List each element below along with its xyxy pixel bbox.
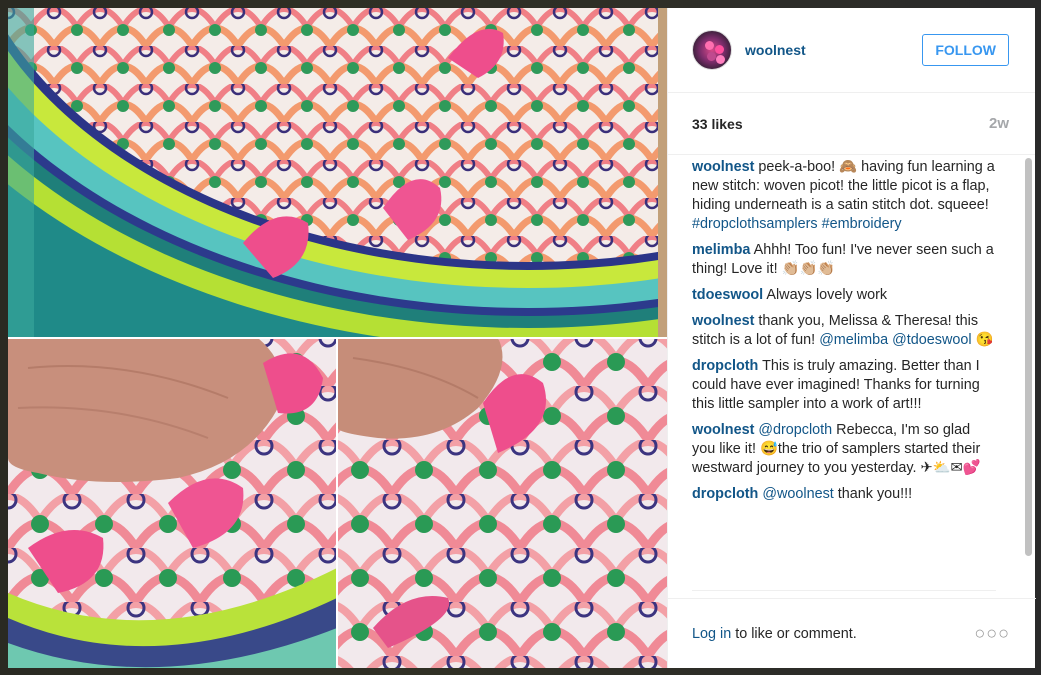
comment-text: Always lovely work <box>766 287 888 303</box>
likes-row: 33 likes 2w <box>668 93 1035 155</box>
post-photo[interactable] <box>8 8 667 668</box>
follow-button[interactable]: FOLLOW <box>922 34 1009 66</box>
comment-item: dropcloth @woolnest thank you!!! <box>692 485 996 504</box>
likes-count[interactable]: 33 likes <box>692 116 743 132</box>
comment-item: dropcloth This is truly amazing. Better … <box>692 357 996 414</box>
comment-mentions[interactable]: @melimba @tdoeswool <box>819 332 971 348</box>
comment-username[interactable]: woolnest <box>692 422 754 438</box>
comment-text: thank you!!! <box>833 486 913 502</box>
comment-hashtags[interactable]: #dropclothsamplers #embroidery <box>692 216 902 232</box>
more-options-icon[interactable]: ○○○ <box>974 623 1010 644</box>
comment-item: tdoeswool Always lovely work <box>692 286 996 305</box>
post-modal: woolnest FOLLOW 33 likes 2w woolnest pee… <box>8 8 1036 668</box>
comment-item: melimba Ahhh! Too fun! I've never seen s… <box>692 241 996 279</box>
avatar[interactable] <box>692 30 732 70</box>
comments-scrollbar[interactable] <box>1025 158 1032 556</box>
post-age[interactable]: 2w <box>989 115 1009 132</box>
comment-username[interactable]: woolnest <box>692 313 754 329</box>
comment-mention[interactable]: @woolnest <box>762 486 833 502</box>
login-prompt-text: to like or comment. <box>731 625 857 642</box>
login-prompt: Log in to like or comment. <box>692 626 857 642</box>
post-footer: Log in to like or comment. ○○○ <box>668 598 1036 668</box>
post-author-username[interactable]: woolnest <box>745 42 922 58</box>
comment-username[interactable]: dropcloth <box>692 486 758 502</box>
comment-item: woolnest @dropcloth Rebecca, I'm so glad… <box>692 421 996 478</box>
post-header: woolnest FOLLOW <box>668 8 1035 93</box>
comment-suffix: 😘 <box>971 332 994 348</box>
login-link[interactable]: Log in <box>692 626 731 642</box>
comments-list[interactable]: woolnest peek-a-boo! 🙈 having fun learni… <box>692 158 996 590</box>
embroidery-collage-image <box>8 8 667 668</box>
comments-divider <box>692 590 996 598</box>
comment-username[interactable]: tdoeswool <box>692 287 763 303</box>
comment-username[interactable]: woolnest <box>692 159 754 175</box>
comment-item: woolnest thank you, Melissa & Theresa! t… <box>692 312 996 350</box>
comment-item: woolnest peek-a-boo! 🙈 having fun learni… <box>692 158 996 234</box>
comment-username[interactable]: dropcloth <box>692 358 758 374</box>
comment-mention[interactable]: @dropcloth <box>758 422 832 438</box>
comment-username[interactable]: melimba <box>692 242 750 258</box>
post-side-panel: woolnest FOLLOW 33 likes 2w woolnest pee… <box>667 8 1036 668</box>
